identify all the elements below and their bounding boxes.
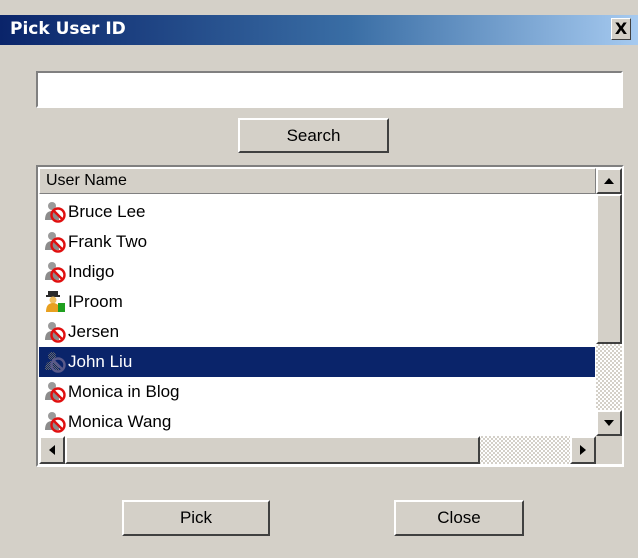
list-item-label: Jersen: [68, 322, 120, 341]
pick-button[interactable]: Pick: [122, 500, 270, 536]
list-item[interactable]: John Liu: [39, 347, 595, 377]
list-item-label: Frank Two: [68, 232, 148, 251]
user-disabled-icon: [44, 201, 66, 223]
list-item[interactable]: Monica in Blog: [39, 377, 595, 407]
horizontal-scroll-thumb[interactable]: [65, 436, 480, 464]
user-disabled-icon: [44, 321, 66, 343]
arrow-left-icon: [49, 445, 55, 455]
user-rows: Bruce Lee Frank Two Indigo IProom Jersen John…: [39, 197, 595, 437]
arrow-up-icon: [604, 178, 614, 184]
list-item[interactable]: Indigo: [39, 257, 595, 287]
list-item-label: IProom: [68, 292, 123, 311]
window-title: Pick User ID: [10, 19, 126, 39]
user-disabled-icon: [44, 411, 66, 433]
list-item[interactable]: Jersen: [39, 317, 595, 347]
search-input[interactable]: [36, 71, 623, 108]
scroll-down-button[interactable]: [596, 410, 622, 436]
user-list: User Name Bruce Lee Frank Two Indigo IProom…: [36, 165, 624, 467]
list-item-label: Indigo: [68, 262, 115, 281]
close-window-button[interactable]: X: [611, 18, 631, 40]
search-button[interactable]: Search: [238, 118, 389, 153]
list-item-label: John Liu: [68, 352, 133, 371]
arrow-down-icon: [604, 420, 614, 426]
horizontal-scrollbar[interactable]: [39, 436, 596, 464]
user-disabled-icon: [44, 231, 66, 253]
close-button[interactable]: Close: [394, 500, 524, 536]
list-item-label: Monica in Blog: [68, 382, 180, 401]
user-selected-icon: [44, 351, 66, 373]
pick-user-dialog: Pick User ID X Search User Name Bruce Le…: [0, 0, 638, 558]
user-disabled-icon: [44, 261, 66, 283]
scrollbar-corner: [596, 436, 622, 464]
title-bar[interactable]: Pick User ID X: [0, 15, 638, 45]
list-item[interactable]: Monica Wang: [39, 407, 595, 437]
scroll-left-button[interactable]: [39, 436, 65, 464]
list-item[interactable]: Frank Two: [39, 227, 595, 257]
scroll-up-button[interactable]: [596, 168, 622, 194]
vertical-scrollbar[interactable]: [596, 168, 622, 436]
vertical-scroll-thumb[interactable]: [596, 194, 622, 344]
user-active-icon: [44, 291, 66, 313]
list-item-label: Monica Wang: [68, 412, 172, 431]
arrow-right-icon: [580, 445, 586, 455]
list-item-label: Bruce Lee: [68, 202, 146, 221]
list-item[interactable]: Bruce Lee: [39, 197, 595, 227]
user-disabled-icon: [44, 381, 66, 403]
scroll-right-button[interactable]: [570, 436, 596, 464]
column-header-user-name[interactable]: User Name: [39, 168, 596, 194]
list-item[interactable]: IProom: [39, 287, 595, 317]
